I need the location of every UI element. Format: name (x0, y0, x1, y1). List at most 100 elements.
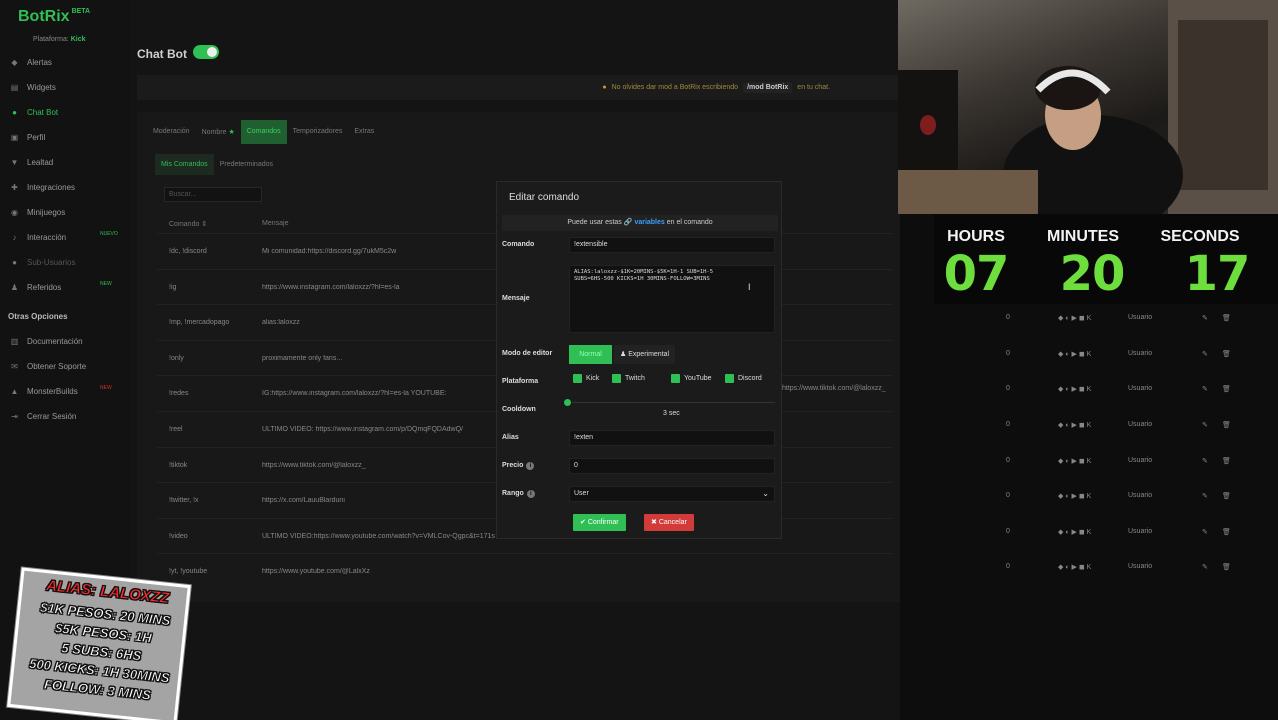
column-header-command[interactable]: Comando ⇕ (169, 220, 207, 228)
row-points: 0 (1006, 527, 1010, 535)
edit-icon[interactable]: ✎ (1202, 350, 1208, 358)
variables-link[interactable]: 🔗 variables (624, 219, 665, 226)
sidebar-item-sub-usuarios[interactable]: ● Sub-Usuarios (10, 258, 75, 267)
notice-suffix: en tu chat. (797, 84, 830, 91)
trash-icon[interactable]: 🗑 (1222, 528, 1231, 536)
platform-twitch-checkbox[interactable]: Twitch (612, 374, 645, 383)
sidebar-item-documentacion[interactable]: ▥ Documentación (10, 337, 83, 346)
trash-icon[interactable]: 🗑 (1222, 314, 1231, 322)
sidebar-item-lealtad[interactable]: ▼ Lealtad (10, 158, 54, 167)
alias-price-sticker: ALIAS: LALOXZZ $1K PESOS: 20 MINS $5K PE… (7, 567, 191, 720)
platform-discord-checkbox[interactable]: Discord (725, 374, 762, 383)
row-message: https://www.youtube.com/@LalxXz (262, 568, 370, 576)
edit-icon[interactable]: ✎ (1202, 421, 1208, 429)
new-badge: NUEVO (100, 231, 118, 237)
tab-extras[interactable]: Extras (348, 120, 380, 144)
info-icon: ● (602, 84, 607, 91)
screen: BotRix BETA Plataforma: Kick ◆ Alertas ▤ Wi… (0, 0, 1278, 720)
info-icon[interactable]: i (526, 462, 535, 470)
platform-icons: ◆ ◐ ▶ ◼ K (1058, 493, 1092, 501)
sidebar-item-minijuegos[interactable]: ◉ Minijuegos (10, 208, 65, 217)
subtab-predeterminados[interactable]: Predeterminados (214, 154, 279, 175)
trash-icon[interactable]: 🗑 (1222, 350, 1231, 358)
rank-select[interactable]: User ⌄ (569, 486, 775, 502)
info-icon[interactable]: i (526, 490, 535, 498)
hours-label: HOURS (947, 228, 1005, 245)
alias-label: Alias (502, 434, 519, 441)
trash-icon[interactable]: 🗑 (1222, 421, 1231, 429)
edit-icon[interactable]: ✎ (1202, 314, 1208, 322)
trash-icon[interactable]: 🗑 (1222, 385, 1231, 393)
cooldown-slider-handle[interactable] (563, 398, 572, 407)
user-icon: ● (12, 258, 17, 267)
sidebar-item-label: Chat Bot (27, 108, 59, 117)
sidebar-item-integraciones[interactable]: ✚ Integraciones (10, 183, 75, 192)
tab-moderacion[interactable]: Moderación (147, 120, 196, 144)
platform-kick-checkbox[interactable]: Kick (573, 374, 599, 383)
edit-icon[interactable]: ✎ (1202, 528, 1208, 536)
sidebar-item-interaccion[interactable]: ♪ Interacción (10, 233, 67, 242)
editor-normal-button[interactable]: Normal (569, 345, 612, 364)
platform-label: Plataforma: (33, 36, 69, 43)
cancel-button[interactable]: ✖ Cancelar (644, 514, 694, 531)
sidebar-item-monsterbuilds[interactable]: ▲ MonsterBuilds (10, 387, 78, 396)
sidebar-item-chat-bot[interactable]: ● Chat Bot (10, 108, 58, 117)
price-input[interactable]: 0 (569, 458, 775, 474)
command-input[interactable]: !extensible (569, 237, 775, 253)
trophy-icon: ▼ (10, 158, 19, 167)
search-input[interactable]: Buscar... (164, 187, 262, 202)
tab-nombre[interactable]: Nombre ★ (196, 120, 241, 144)
editor-experimental-button[interactable]: ♟ Experimental (614, 345, 676, 364)
sidebar-item-widgets[interactable]: ▤ Widgets (10, 83, 56, 92)
sidebar-item-label: Documentación (27, 337, 83, 346)
puzzle-icon: ✚ (11, 183, 18, 192)
app-name: BotRix (18, 8, 70, 25)
edit-icon[interactable]: ✎ (1202, 385, 1208, 393)
sidebar-item-alertas[interactable]: ◆ Alertas (10, 58, 51, 67)
sidebar-item-cerrar-sesion[interactable]: ⇥ Cerrar Sesión (10, 412, 76, 421)
sidebar-item-soporte[interactable]: ✉ Obtener Soporte (10, 362, 86, 371)
row-command: !only (169, 354, 184, 362)
rank-label: Rango i (502, 490, 535, 498)
webcam-overlay (898, 0, 1278, 214)
new-badge: NEW (100, 385, 112, 391)
subtabs: Mis Comandos Predeterminados (155, 154, 279, 175)
sidebar-item-label: Perfil (27, 133, 46, 142)
confirm-button[interactable]: ✔ Confirmar (573, 514, 626, 531)
tabs: Moderación Nombre ★ Comandos Temporizado… (147, 120, 380, 144)
tab-comandos[interactable]: Comandos (240, 120, 287, 144)
subtab-mis-comandos[interactable]: Mis Comandos (155, 154, 214, 175)
row-role: Usuario (1128, 563, 1153, 571)
minutes-label: MINUTES (1047, 228, 1119, 245)
row-command: !dc, !discord (169, 248, 207, 255)
alias-input[interactable]: !exten (569, 430, 775, 446)
platform-value: Kick (70, 36, 86, 43)
edit-icon[interactable]: ✎ (1202, 457, 1208, 465)
edit-icon[interactable]: ✎ (1202, 563, 1208, 571)
sidebar-item-perfil[interactable]: ▣ Perfil (10, 133, 46, 142)
platform-youtube-checkbox[interactable]: YouTube (671, 374, 712, 383)
link-icon: 🔗 (623, 219, 633, 226)
monster-icon: ▲ (10, 387, 19, 396)
tab-temporizadores[interactable]: Temporizadores (287, 120, 349, 144)
chatbot-toggle[interactable] (193, 45, 219, 59)
music-icon: ♪ (12, 233, 17, 242)
sidebar-item-referidos[interactable]: ♟ Referidos (10, 283, 61, 292)
trash-icon[interactable]: 🗑 (1222, 492, 1231, 500)
message-textarea[interactable]: ALIAS:laloxzz-$1K=20MINS-$5K=1H-1 SUB=1H… (569, 265, 775, 333)
app-logo[interactable]: BotRix BETA (18, 8, 90, 26)
platform-icons: ◆ ◐ ▶ ◼ K (1058, 564, 1092, 572)
edit-icon[interactable]: ✎ (1202, 492, 1208, 500)
seconds-value: 17 (1184, 246, 1251, 302)
trash-icon[interactable]: 🗑 (1222, 563, 1231, 571)
editor-mode-label: Modo de editor (502, 350, 553, 357)
trash-icon[interactable]: 🗑 (1222, 457, 1231, 465)
bell-icon: ◆ (11, 58, 18, 67)
table-row[interactable]: !yt, !youtube https://www.youtube.com/@La… (157, 553, 892, 589)
row-role: Usuario (1128, 385, 1153, 393)
row-command: !video (169, 532, 188, 540)
sidebar-item-label: MonsterBuilds (27, 387, 78, 396)
price-label: Precio i (502, 462, 535, 470)
message-label: Mensaje (502, 295, 530, 302)
cooldown-slider-track[interactable] (569, 402, 775, 403)
